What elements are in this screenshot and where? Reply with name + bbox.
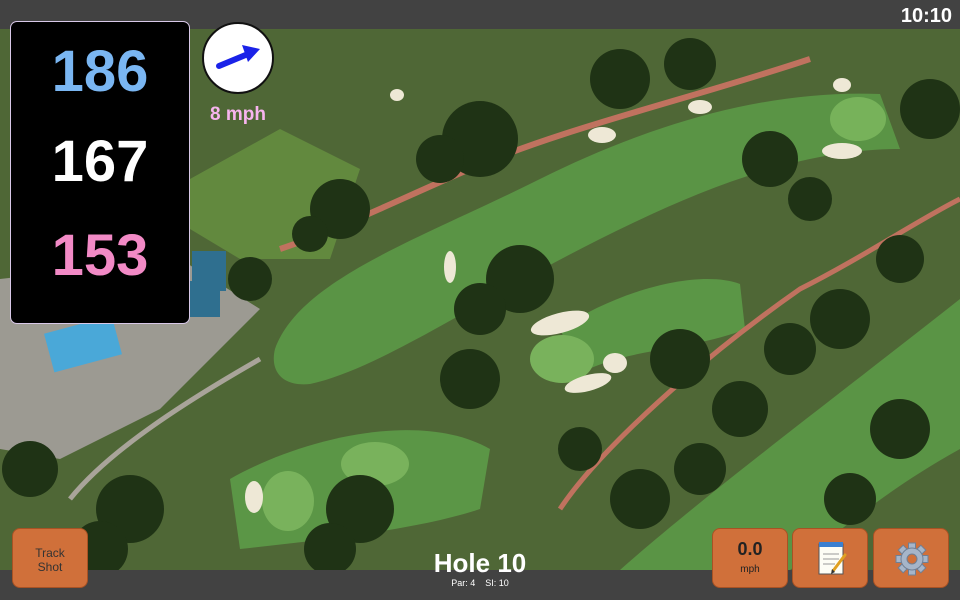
back-distance: 186: [51, 39, 149, 104]
bunker: [444, 251, 456, 283]
bunker: [588, 127, 616, 143]
tennis-court: [190, 281, 220, 317]
speed-button[interactable]: 0.0 mph: [712, 528, 788, 588]
bunker: [245, 481, 263, 513]
notepad-icon: [818, 542, 847, 575]
bunker: [390, 89, 404, 101]
par-label: Par: 4: [451, 578, 476, 588]
clock: 10:10: [900, 5, 952, 27]
bunker: [603, 353, 627, 373]
settings-button[interactable]: [873, 528, 949, 588]
stroke-index-label: SI: 10: [485, 578, 509, 588]
center-distance: 167: [51, 129, 149, 194]
gear-icon: [895, 542, 929, 576]
hole-info: Par: 4 SI: 10: [380, 578, 580, 588]
speed-value: 0.0: [737, 539, 763, 559]
track-shot-label-line2: Shot: [37, 560, 63, 574]
hole-title: Hole 10: [433, 548, 527, 578]
bunker: [822, 143, 862, 159]
speed-unit: mph: [740, 564, 760, 575]
green: [830, 97, 886, 141]
front-distance: 153: [51, 223, 149, 288]
notes-button[interactable]: [792, 528, 868, 588]
wind-indicator: [202, 22, 274, 94]
wind-speed-label: 8 mph: [210, 104, 266, 125]
green: [262, 471, 314, 531]
distance-panel: 186 167 153: [11, 22, 189, 323]
bunker: [688, 100, 712, 114]
track-shot-button[interactable]: Track Shot: [12, 528, 88, 588]
track-shot-label-line1: Track: [35, 546, 65, 560]
arrow-right-icon: [216, 45, 260, 69]
bunker: [833, 78, 851, 92]
